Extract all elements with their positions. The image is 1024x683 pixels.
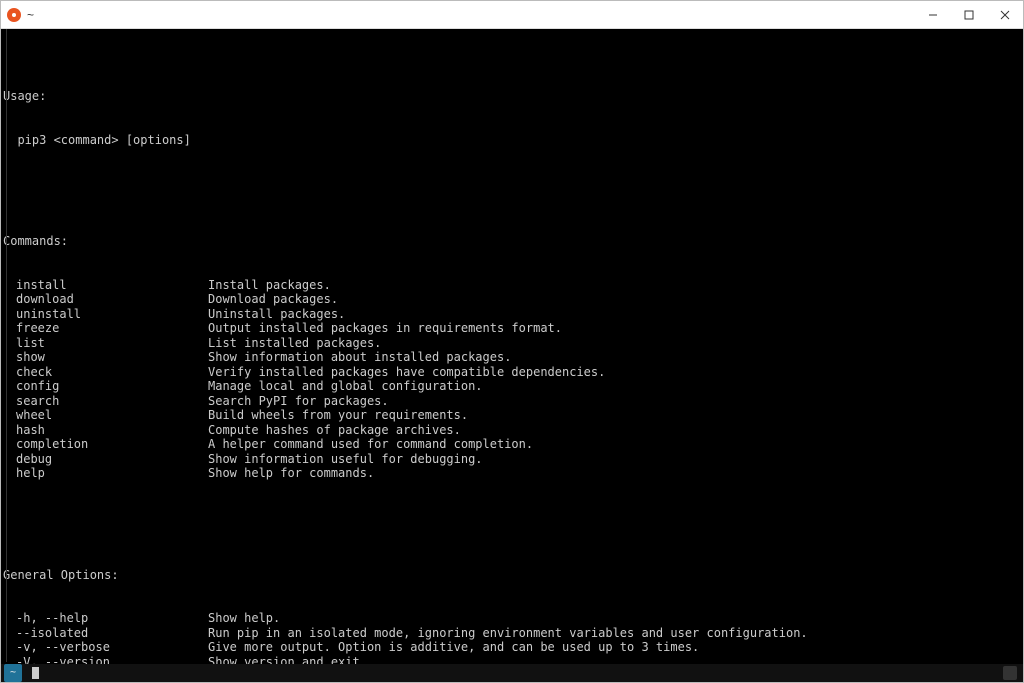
option-row: checkVerify installed packages have comp…: [1, 365, 1023, 380]
option-row: helpShow help for commands.: [1, 466, 1023, 481]
window-title: ~: [27, 8, 34, 22]
terminal-output[interactable]: Usage: pip3 <command> [options] Commands…: [1, 29, 1023, 682]
terminal-window: ~ Usage: pip3 <command> [options] Comman…: [0, 0, 1024, 683]
minimize-button[interactable]: [915, 1, 951, 28]
option-name: wheel: [1, 408, 208, 423]
option-row: uninstallUninstall packages.: [1, 307, 1023, 322]
option-name: -v, --verbose: [1, 640, 208, 655]
option-row: configManage local and global configurat…: [1, 379, 1023, 394]
option-desc: Show information useful for debugging.: [208, 452, 483, 467]
option-name: help: [1, 466, 208, 481]
option-row: --isolatedRun pip in an isolated mode, i…: [1, 626, 1023, 641]
option-desc: Show help for commands.: [208, 466, 374, 481]
option-name: install: [1, 278, 208, 293]
usage-line: pip3 <command> [options]: [1, 133, 1023, 148]
option-desc: Verify installed packages have compatibl…: [208, 365, 605, 380]
options-header: General Options:: [1, 568, 1023, 583]
option-name: download: [1, 292, 208, 307]
status-tab[interactable]: ~: [4, 664, 22, 682]
option-name: search: [1, 394, 208, 409]
option-row: debugShow information useful for debuggi…: [1, 452, 1023, 467]
option-name: uninstall: [1, 307, 208, 322]
blank-line: [1, 176, 1023, 191]
option-row: wheelBuild wheels from your requirements…: [1, 408, 1023, 423]
ubuntu-icon: [6, 7, 22, 23]
option-desc: Output installed packages in requirement…: [208, 321, 562, 336]
option-row: -h, --helpShow help.: [1, 611, 1023, 626]
option-desc: Build wheels from your requirements.: [208, 408, 468, 423]
option-name: -h, --help: [1, 611, 208, 626]
option-name: show: [1, 350, 208, 365]
option-row: searchSearch PyPI for packages.: [1, 394, 1023, 409]
option-row: showShow information about installed pac…: [1, 350, 1023, 365]
option-desc: Compute hashes of package archives.: [208, 423, 461, 438]
option-desc: Search PyPI for packages.: [208, 394, 389, 409]
option-name: hash: [1, 423, 208, 438]
option-desc: Install packages.: [208, 278, 331, 293]
option-desc: Show information about installed package…: [208, 350, 511, 365]
prompt-cursor[interactable]: [32, 666, 39, 681]
option-row: freezeOutput installed packages in requi…: [1, 321, 1023, 336]
titlebar[interactable]: ~: [1, 1, 1023, 29]
option-name: list: [1, 336, 208, 351]
option-row: -v, --verboseGive more output. Option is…: [1, 640, 1023, 655]
option-desc: Run pip in an isolated mode, ignoring en…: [208, 626, 808, 641]
option-row: installInstall packages.: [1, 278, 1023, 293]
option-desc: Give more output. Option is additive, an…: [208, 640, 699, 655]
option-desc: Download packages.: [208, 292, 338, 307]
status-bar: ~: [1, 664, 1023, 682]
blank-line: [1, 524, 1023, 539]
scrollbar[interactable]: [6, 29, 7, 662]
option-name: freeze: [1, 321, 208, 336]
menu-icon[interactable]: [1003, 666, 1017, 680]
option-name: completion: [1, 437, 208, 452]
usage-header: Usage:: [1, 89, 1023, 104]
option-name: config: [1, 379, 208, 394]
commands-header: Commands:: [1, 234, 1023, 249]
option-name: --isolated: [1, 626, 208, 641]
option-row: completionA helper command used for comm…: [1, 437, 1023, 452]
option-desc: Manage local and global configuration.: [208, 379, 483, 394]
close-button[interactable]: [987, 1, 1023, 28]
option-row: listList installed packages.: [1, 336, 1023, 351]
option-desc: Uninstall packages.: [208, 307, 345, 322]
option-name: debug: [1, 452, 208, 467]
option-desc: Show help.: [208, 611, 280, 626]
option-desc: A helper command used for command comple…: [208, 437, 533, 452]
maximize-button[interactable]: [951, 1, 987, 28]
option-desc: List installed packages.: [208, 336, 381, 351]
option-row: downloadDownload packages.: [1, 292, 1023, 307]
option-row: hashCompute hashes of package archives.: [1, 423, 1023, 438]
option-name: check: [1, 365, 208, 380]
